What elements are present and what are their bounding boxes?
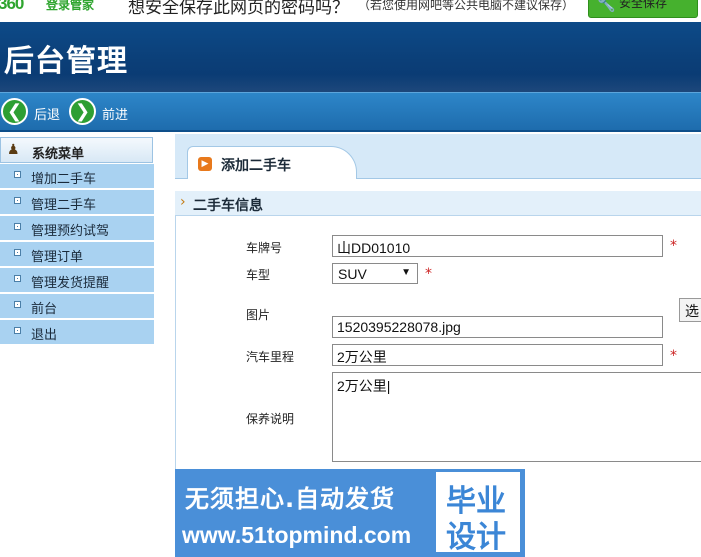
360-logo-subtitle: 登录管家: [46, 0, 95, 12]
image-filename-input[interactable]: 1520395228078.jpg: [332, 316, 663, 338]
sidebar-item-manage-orders[interactable]: 管理订单: [0, 242, 154, 268]
bullet-icon: [14, 223, 21, 230]
sidebar-title: 系统菜单: [32, 147, 85, 162]
safe-save-button[interactable]: 🔧 安全保存: [588, 0, 698, 18]
safe-save-label: 安全保存: [619, 0, 668, 10]
section-header: › 二手车信息: [175, 191, 701, 216]
model-label: 车型: [246, 268, 271, 282]
model-select[interactable]: SUV ▼: [332, 263, 418, 284]
sidebar-item-label: 增加二手车: [31, 172, 97, 187]
maintenance-desc-textarea[interactable]: 2万公里|: [332, 372, 701, 462]
mileage-label: 汽车里程: [246, 350, 295, 364]
save-password-note: （若您使用网吧等公共电脑不建议保存）: [358, 0, 575, 12]
dropdown-arrow-icon: ▼: [401, 267, 411, 278]
sidebar-item-label: 管理订单: [31, 250, 84, 265]
play-icon: ▶: [198, 157, 212, 171]
sidebar-header: ♟ 系统菜单: [0, 137, 153, 163]
sidebar-item-manage-test-drives[interactable]: 管理预约试驾: [0, 216, 154, 242]
key-icon: 🔧: [597, 0, 616, 13]
header-shine: [0, 74, 701, 92]
sidebar-item-label: 前台: [31, 302, 58, 317]
sidebar-item-frontend[interactable]: 前台: [0, 294, 154, 320]
required-mark: *: [425, 266, 432, 282]
sidebar-item-shipping-reminders[interactable]: 管理发货提醒: [0, 268, 154, 294]
sidebar-item-label: 管理预约试驾: [31, 224, 110, 239]
sidebar-item-manage-cars[interactable]: 管理二手车: [0, 190, 154, 216]
bullet-icon: [14, 197, 21, 204]
360-logo: 360: [0, 0, 24, 13]
plate-input[interactable]: 山DD01010: [332, 235, 663, 257]
bullet-icon: [14, 301, 21, 308]
watermark-url: www.51topmind.com: [182, 522, 412, 548]
maintenance-desc-label: 保养说明: [246, 412, 295, 426]
sidebar-item-add-car[interactable]: 增加二手车: [0, 164, 154, 190]
history-nav-bar: ❮ 后退 ❯ 前进: [0, 92, 701, 132]
password-save-bar: 360 登录管家 想安全保存此网页的密码吗？ （若您使用网吧等公共电脑不建议保存…: [0, 0, 701, 23]
image-label: 图片: [246, 308, 271, 322]
model-selected-value: SUV: [338, 266, 367, 282]
bullet-icon: [14, 275, 21, 282]
sidebar-item-label: 管理二手车: [31, 198, 97, 213]
chevron-right-icon: ›: [180, 194, 186, 210]
forward-arrow-icon: ❯: [69, 98, 96, 125]
back-label: 后退: [34, 108, 61, 123]
sidebar-item-logout[interactable]: 退出: [0, 320, 154, 346]
choose-file-button[interactable]: 选: [679, 298, 701, 322]
tab-label: 添加二手车: [221, 158, 291, 174]
back-arrow-icon: ❮: [1, 98, 28, 125]
bullet-icon: [14, 249, 21, 256]
watermark-badge-line2: 设计: [446, 520, 506, 555]
sidebar: ♟ 系统菜单 增加二手车 管理二手车 管理预约试驾 管理订单 管理发货提醒 前台…: [0, 134, 154, 557]
plate-label: 车牌号: [246, 241, 283, 255]
user-icon: ♟: [7, 142, 20, 158]
watermark-badge: 毕业 设计: [434, 470, 522, 555]
bullet-icon: [14, 171, 21, 178]
forward-label: 前进: [102, 108, 129, 123]
required-mark: *: [670, 348, 677, 364]
watermark-slogan: 无须担心.自动发货: [185, 485, 396, 513]
section-title: 二手车信息: [193, 198, 263, 214]
tab-add-used-car[interactable]: ▶ 添加二手车: [187, 146, 357, 179]
save-password-question: 想安全保存此网页的密码吗？: [128, 0, 349, 18]
sidebar-item-label: 管理发货提醒: [31, 276, 110, 291]
bullet-icon: [14, 327, 21, 334]
sidebar-item-label: 退出: [31, 328, 58, 343]
required-mark: *: [670, 238, 677, 254]
mileage-input[interactable]: 2万公里: [332, 344, 663, 366]
